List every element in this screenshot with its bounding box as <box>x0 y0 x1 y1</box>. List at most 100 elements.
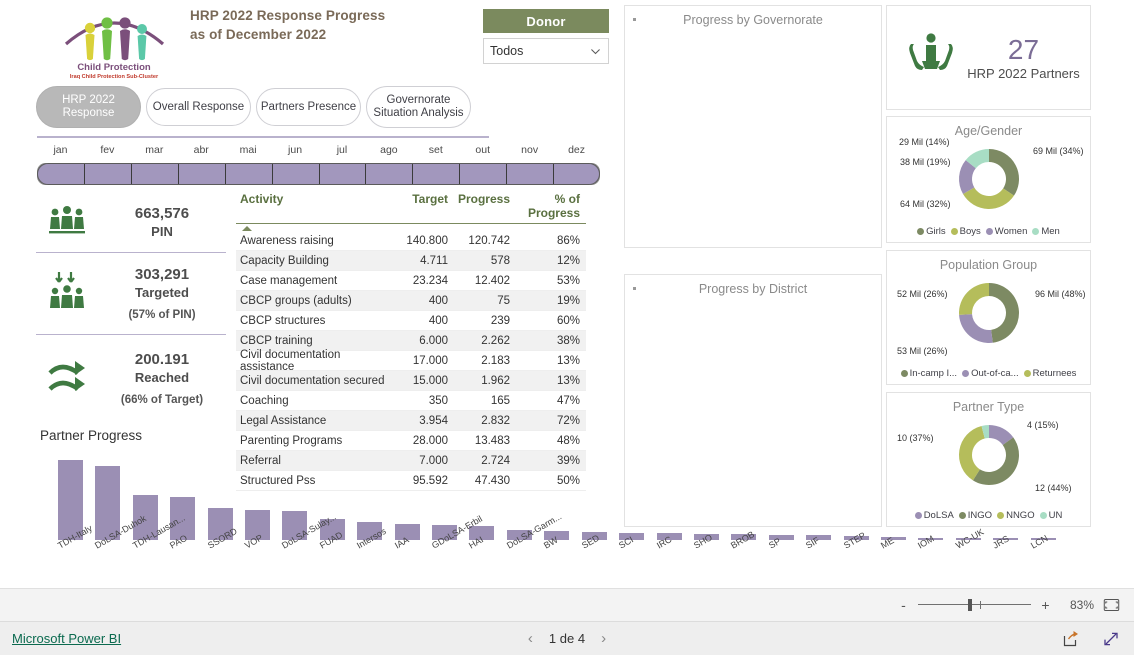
table-row[interactable]: Civil documentation assistance 17.000 2.18… <box>236 349 586 373</box>
age-gender-legend[interactable]: Girls Boys Women Men <box>887 226 1090 237</box>
legend-item[interactable]: NNGO <box>997 510 1035 521</box>
table-row[interactable]: CBCP groups (adults) 400 75 19% <box>236 291 586 311</box>
zoom-out-button[interactable]: - <box>898 597 909 613</box>
chevron-right-icon[interactable]: › <box>601 630 606 647</box>
table-cell: 86% <box>556 234 580 247</box>
tab-partners-presence[interactable]: Partners Presence <box>256 88 361 126</box>
table-cell: Capacity Building <box>240 254 329 267</box>
kpi-targeted-sub: (57% of PIN) <box>128 308 196 321</box>
activity-table[interactable]: Activity Target Progress % of Progress A… <box>236 192 586 491</box>
legend-item[interactable]: Girls <box>917 226 946 237</box>
arrows-reached-icon <box>36 357 98 401</box>
partner-type-legend[interactable]: DoLSA INGO NNGO UN <box>887 510 1090 521</box>
donut-slice[interactable] <box>959 314 993 343</box>
legend-label: Men <box>1041 226 1060 237</box>
table-header-row: Activity Target Progress % of Progress <box>236 192 586 224</box>
zoom-slider[interactable] <box>918 599 1031 611</box>
tab-governorate-situation-analysis[interactable]: Governorate Situation Analysis <box>366 86 471 128</box>
zoom-slider-thumb[interactable] <box>968 599 972 611</box>
table-row[interactable]: Parenting Programs 28.000 13.483 48% <box>236 431 586 451</box>
table-cell: 4.711 <box>420 254 448 267</box>
fullscreen-icon[interactable] <box>1102 630 1120 648</box>
legend-item[interactable]: DoLSA <box>914 510 954 521</box>
fit-to-page-icon[interactable] <box>1103 598 1120 612</box>
table-cell: 75 <box>497 294 510 307</box>
age-gender-chart-panel[interactable]: Age/Gender 69 Mil (34%) 64 Mil (32%) 38 Mi… <box>886 116 1091 243</box>
month-label-abr: abr <box>193 144 209 156</box>
month-label-set: set <box>428 144 443 156</box>
report-title: HRP 2022 Response Progress as of Decembe… <box>190 6 470 44</box>
progress-by-governorate-title: Progress by Governorate <box>683 13 823 27</box>
data-label: 10 (37%) <box>897 433 934 443</box>
partner-type-title: Partner Type <box>952 400 1025 414</box>
panel-marker-dot <box>633 287 636 290</box>
legend-item[interactable]: Men <box>1032 226 1060 237</box>
month-label-mar: mar <box>145 144 164 156</box>
legend-item[interactable]: Boys <box>950 226 981 237</box>
population-group-legend[interactable]: In-camp I... Out-of-ca... Returnees <box>887 368 1090 379</box>
zoom-in-button[interactable]: + <box>1040 597 1051 613</box>
donut-slice[interactable] <box>972 437 1019 485</box>
donut-slice[interactable] <box>959 283 989 315</box>
legend-label: In-camp I... <box>909 368 958 379</box>
legend-item[interactable]: Women <box>985 226 1028 237</box>
table-cell: Awareness raising <box>240 234 334 247</box>
table-row[interactable]: CBCP structures 400 239 60% <box>236 311 586 331</box>
legend-label: Boys <box>959 226 981 237</box>
legend-item[interactable]: Returnees <box>1023 368 1077 379</box>
donut-slice[interactable] <box>989 149 1019 196</box>
table-cell: 120.742 <box>468 234 510 247</box>
column-header-activity[interactable]: Activity <box>236 192 396 220</box>
month-label-mai: mai <box>239 144 257 156</box>
legend-color-dot <box>1032 228 1040 235</box>
legend-item[interactable]: UN <box>1039 510 1062 521</box>
table-row[interactable]: Civil documentation secured 15.000 1.962 13… <box>236 371 586 391</box>
column-header-pct-progress[interactable]: % of Progress <box>516 192 586 220</box>
table-cell: 19% <box>556 294 580 307</box>
data-label: 29 Mil (14%) <box>899 137 950 147</box>
table-cell: 12.402 <box>474 274 510 287</box>
hrp-partners-label: HRP 2022 Partners <box>967 66 1080 81</box>
table-cell: Legal Assistance <box>240 414 327 427</box>
legend-label: Returnees <box>1032 368 1077 379</box>
donut-slice[interactable] <box>989 283 1020 343</box>
table-cell: 13% <box>556 374 580 387</box>
tab-overall-response[interactable]: Overall Response <box>146 88 251 126</box>
chevron-down-icon <box>591 48 600 54</box>
month-label-out: out <box>475 144 490 156</box>
progress-by-district-panel[interactable]: Progress by District <box>624 274 882 527</box>
donor-slicer-value: Todos <box>490 44 524 58</box>
tab-hrp-2022-response[interactable]: HRP 2022 Response <box>36 86 141 128</box>
table-row[interactable]: Case management 23.234 12.402 53% <box>236 271 586 291</box>
legend-label: Women <box>994 226 1028 237</box>
table-row[interactable]: Coaching 350 165 47% <box>236 391 586 411</box>
table-row[interactable]: Capacity Building 4.711 578 12% <box>236 251 586 271</box>
progress-by-governorate-panel[interactable]: Progress by Governorate <box>624 5 882 248</box>
column-header-progress[interactable]: Progress <box>454 192 516 220</box>
month-timeline-slicer[interactable]: jan fev mar abr mai jun jul ago set out nov dez <box>37 143 600 186</box>
report-title-line2: as of December 2022 <box>190 27 327 42</box>
donor-slicer-dropdown[interactable]: Todos <box>483 38 609 64</box>
chevron-left-icon[interactable]: ‹ <box>528 630 533 647</box>
column-header-target[interactable]: Target <box>396 192 454 220</box>
table-cell: 400 <box>428 314 448 327</box>
tab-governorate-line1: Governorate <box>386 94 451 106</box>
timeline-track[interactable] <box>37 163 600 185</box>
status-bar-actions <box>1062 630 1120 648</box>
legend-item[interactable]: INGO <box>958 510 992 521</box>
donut-slice[interactable] <box>963 187 1014 210</box>
data-label: 53 Mil (26%) <box>897 346 948 356</box>
table-cell: 13.483 <box>474 434 510 447</box>
legend-label: DoLSA <box>923 510 954 521</box>
legend-item[interactable]: Out-of-ca... <box>962 368 1019 379</box>
population-group-chart-panel[interactable]: Population Group 96 Mil (48%) 53 Mil (26%… <box>886 250 1091 385</box>
data-label: 4 (15%) <box>1027 420 1059 430</box>
table-row[interactable]: Awareness raising 140.800 120.742 86% <box>236 231 586 251</box>
legend-item[interactable]: In-camp I... <box>900 368 958 379</box>
partner-type-chart-panel[interactable]: Partner Type 4 (15%) 12 (44%) 10 (37%) DoL… <box>886 392 1091 527</box>
report-title-line1: HRP 2022 Response Progress <box>190 8 386 23</box>
legend-label: Girls <box>926 226 946 237</box>
legend-color-dot <box>1039 512 1047 519</box>
share-icon[interactable] <box>1062 630 1080 648</box>
table-row[interactable]: Legal Assistance 3.954 2.832 72% <box>236 411 586 431</box>
